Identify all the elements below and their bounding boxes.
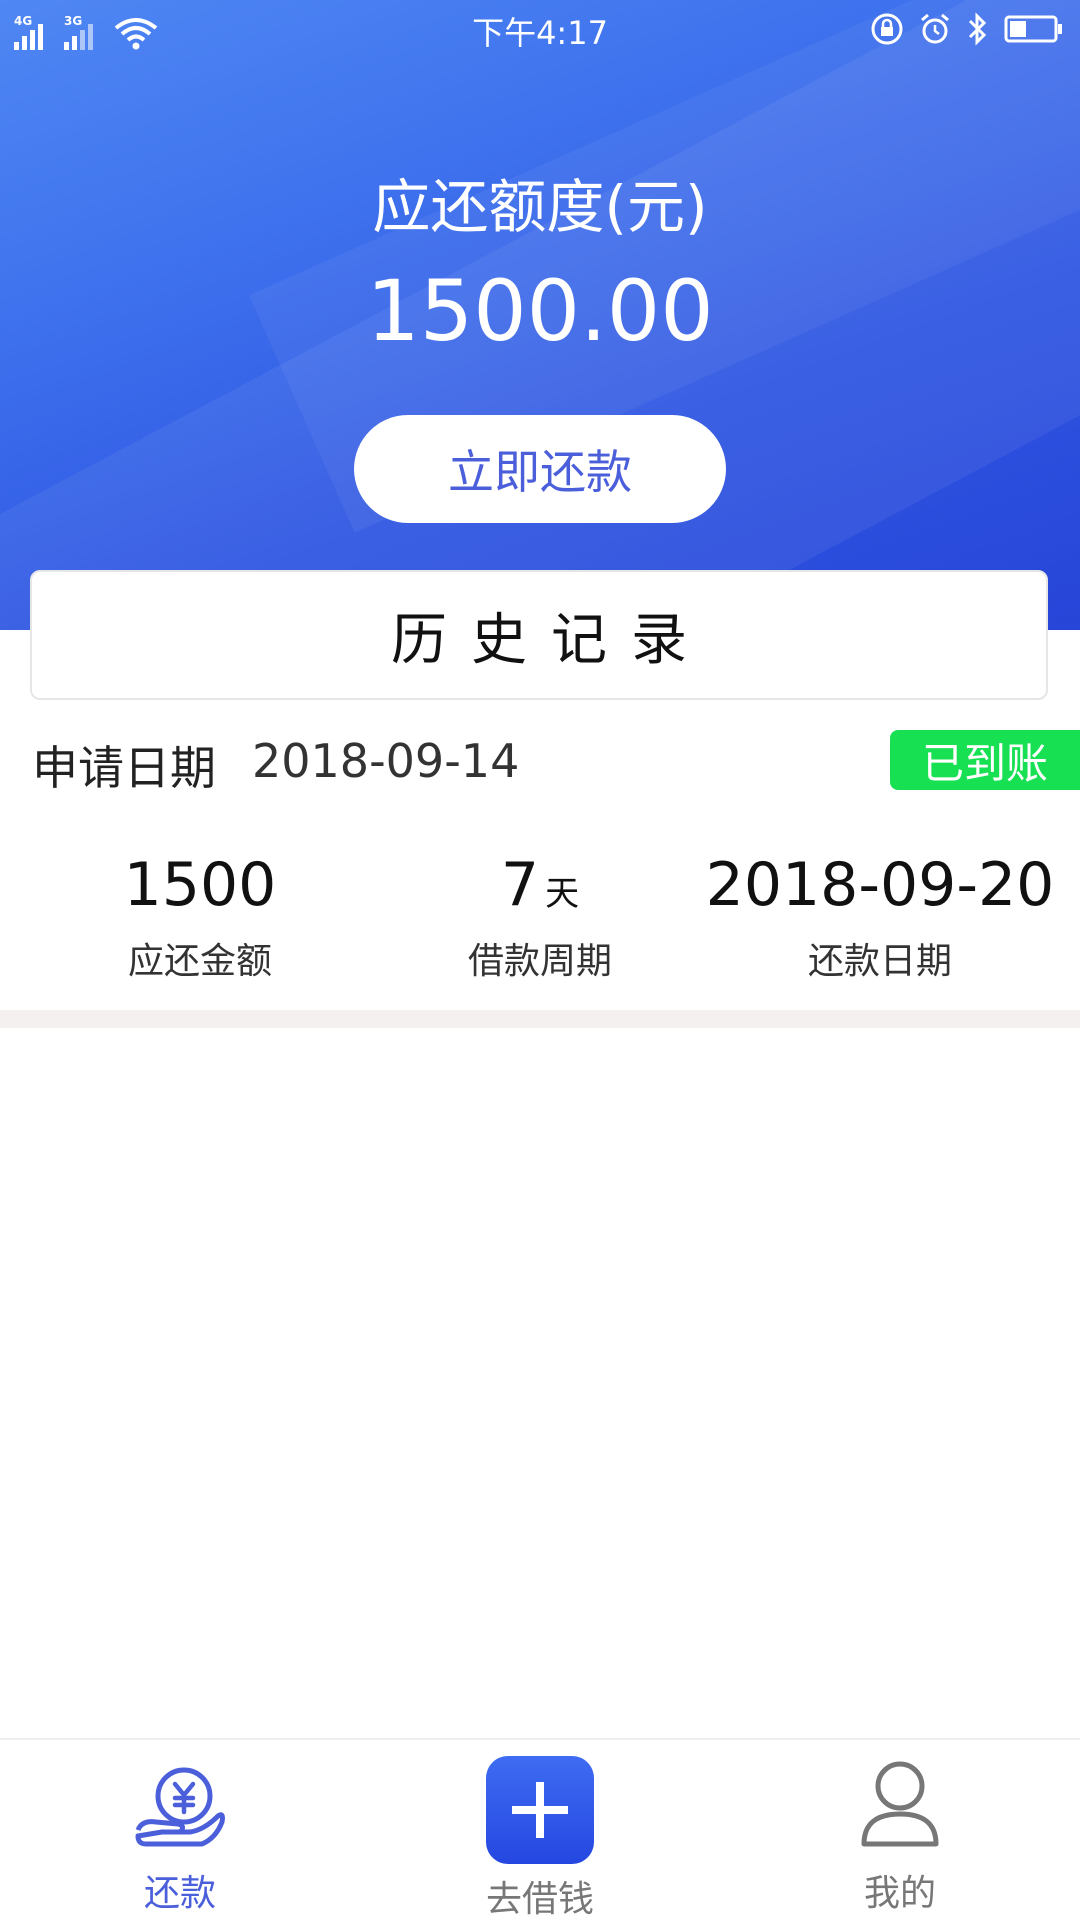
bottom-tab-bar: 还款 去借钱 我的	[0, 1738, 1080, 1920]
tab-label: 去借钱	[485, 1879, 594, 1920]
apply-date-value: 2018-09-14	[252, 734, 520, 788]
tab-mine[interactable]: 我的	[720, 1740, 1080, 1920]
history-records-tab[interactable]: 历史记录	[30, 570, 1048, 700]
tab-borrow[interactable]: 去借钱	[360, 1740, 720, 1920]
bluetooth-icon	[968, 12, 987, 46]
stat-value: 1500	[20, 848, 380, 922]
stat-value: 2018-09-20	[700, 848, 1060, 922]
stat-label: 还款日期	[807, 941, 952, 982]
apply-date-label: 申请日期	[32, 741, 216, 795]
stat-value-text: 7	[500, 850, 540, 920]
alarm-icon	[921, 13, 949, 44]
repay-limit-amount: 1500.00	[366, 262, 714, 360]
hand-yen-icon	[135, 1767, 225, 1847]
stat-label: 借款周期	[467, 941, 612, 982]
section-divider	[0, 1010, 1080, 1028]
rotation-lock-icon	[871, 13, 903, 45]
status-badge: 已到账	[890, 730, 1080, 790]
battery-icon	[1004, 15, 1062, 43]
stat-repay-date: 2018-09-20 还款日期	[700, 848, 1060, 984]
status-bar: 4G 3G 下午4:17	[0, 0, 1080, 58]
stat-value-text: 2018-09-20	[705, 850, 1055, 920]
repay-limit-label: 应还额度(元)	[372, 173, 708, 241]
tab-label: 我的	[863, 1873, 936, 1914]
stat-value: 7天	[360, 848, 720, 922]
status-right	[870, 12, 1064, 46]
user-icon	[861, 1761, 939, 1847]
stat-loan-period: 7天 借款周期	[360, 848, 720, 984]
tab-label: 还款	[143, 1873, 216, 1914]
tab-repay[interactable]: 还款	[0, 1740, 360, 1920]
plus-icon	[486, 1756, 594, 1864]
history-record[interactable]: 申请日期 2018-09-14 已到账 1500 应还金额 7天 借款周期 20…	[0, 700, 1080, 1010]
repay-now-button[interactable]: 立即还款	[354, 415, 726, 523]
stat-value-text: 1500	[123, 850, 277, 920]
stat-label: 应还金额	[127, 941, 272, 982]
stat-unit: 天	[545, 874, 580, 914]
stat-repay-amount: 1500 应还金额	[20, 848, 380, 984]
